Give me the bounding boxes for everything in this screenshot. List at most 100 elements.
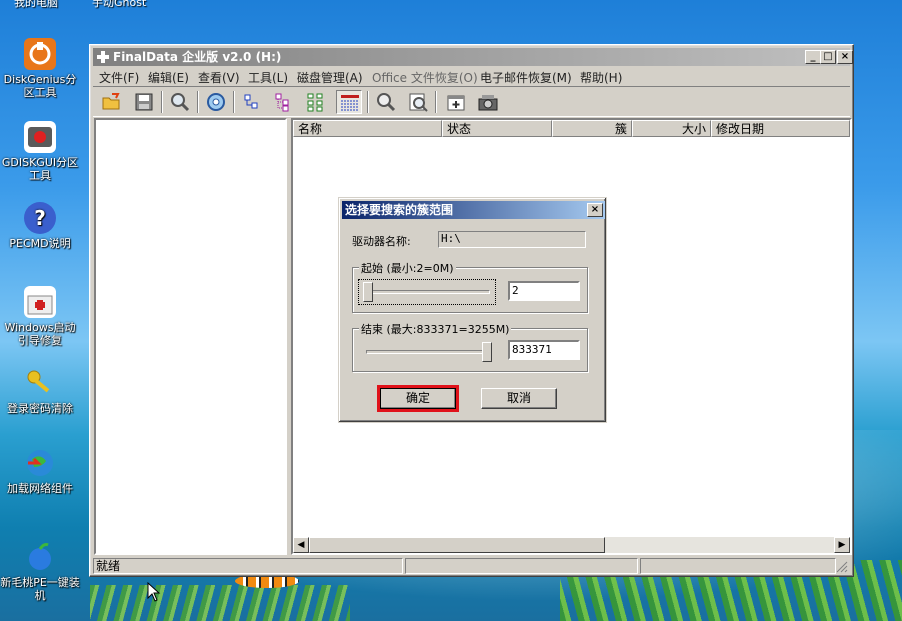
desktop-icon-network[interactable]: 加载网络组件 [0,447,80,495]
scroll-thumb[interactable] [309,537,605,553]
drive-name-label: 驱动器名称: [352,235,411,248]
toolbar-list-view-button[interactable] [336,90,362,114]
menu-email-recovery[interactable]: 电子邮件恢复(M) [480,69,572,86]
desktop-label-partial: 我的电脑 [14,0,58,9]
column-header-status[interactable]: 状态 [442,120,552,137]
minimize-button[interactable]: _ [805,50,821,64]
dialog-close-button[interactable]: × [587,203,603,217]
menu-tools[interactable]: 工具(L) [248,69,288,86]
toolbar-new-window-button[interactable] [443,90,469,114]
disc-icon [207,93,225,111]
scroll-right-button[interactable]: ▶ [834,537,850,553]
tree-medium-icon [275,93,289,112]
toolbar-save-button[interactable] [131,90,157,114]
menu-office-recovery[interactable]: Office 文件恢复(O) [372,69,478,86]
dialog-titlebar[interactable]: 选择要搜索的簇范围 × [342,201,605,219]
toolbar-separator [233,91,235,113]
toolbar-tree-small-button[interactable] [239,90,265,114]
finaldata-app-icon [97,51,109,63]
camera-icon [478,95,498,111]
toolbar-magnify-button[interactable] [373,90,399,114]
status-text: 就绪 [93,558,403,574]
toolbar-separator [435,91,437,113]
maximize-button[interactable]: □ [820,50,836,64]
list-view-icon [341,95,359,111]
column-header-cluster[interactable]: 簇 [552,120,632,137]
desktop-icon-gdiskgui[interactable]: GDISKGUI分区工具 [0,121,80,182]
start-group-label: 起始 (最小:2=0M) [359,260,456,276]
status-bar: 就绪 [93,558,850,575]
desktop-icon-install[interactable]: 新毛桃PE一键装机 [0,541,80,602]
cluster-range-dialog: 选择要搜索的簇范围 × 驱动器名称: H:\ 起始 (最小:2=0M) 2 结束… [338,197,607,423]
toolbar-camera-button[interactable] [475,90,501,114]
save-icon [135,93,153,111]
desktop-icon-diskgenius[interactable]: DiskGenius分区工具 [0,38,80,99]
menu-file[interactable]: 文件(F) [99,69,139,86]
desktop-icon-label: 登录密码清除 [7,402,73,415]
end-slider-thumb[interactable] [482,342,492,362]
ok-button[interactable]: 确定 [380,388,456,409]
close-button[interactable]: × [837,50,853,64]
tree-large-icon [307,93,323,112]
desktop-icon-label: GDISKGUI分区工具 [1,156,79,182]
magnify-icon [377,93,396,112]
start-groupbox: 起始 (最小:2=0M) 2 [352,260,588,313]
start-slider-track[interactable] [366,290,490,294]
desktop-icon-label: DiskGenius分区工具 [3,73,77,99]
diskgenius-icon [24,38,56,70]
toolbar-open-button[interactable] [99,90,125,114]
peach-icon [24,541,56,573]
desktop-icon-label: 加载网络组件 [7,482,73,495]
window-titlebar[interactable]: FinalData 企业版 v2.0 (H:) _ □ × [93,48,853,66]
desktop-label-partial: 手动Ghost [92,0,147,9]
toolbar-tree-large-button[interactable] [303,90,329,114]
start-slider-thumb[interactable] [363,282,373,302]
mouse-cursor-icon [147,582,161,602]
end-group-label: 结束 (最大:833371=3255M) [359,321,512,337]
menu-disk-management[interactable]: 磁盘管理(A) [297,69,363,86]
toolbar-search-button[interactable] [167,90,193,114]
globe-icon [24,447,56,479]
desktop-icon-label: 新毛桃PE一键装机 [0,576,80,602]
toolbar-disc-button[interactable] [203,90,229,114]
status-cell [640,558,836,574]
desktop-icon-pecmd[interactable]: ? PECMD说明 [0,202,80,250]
end-slider-track[interactable] [366,350,490,354]
desktop-icon-bootfix[interactable]: Windows启动引导修复 [0,286,80,347]
column-header-name[interactable]: 名称 [293,120,442,137]
toolbar-preview-button[interactable] [405,90,431,114]
svg-text:?: ? [34,206,46,230]
gdiskgui-icon [24,121,56,153]
tree-small-icon [244,94,258,109]
desktop-icon-label: Windows启动引导修复 [4,321,76,347]
toolbar-tree-medium-button[interactable] [271,90,297,114]
toolbar-separator [161,91,163,113]
end-cluster-input[interactable]: 833371 [508,340,580,360]
menu-edit[interactable]: 编辑(E) [148,69,189,86]
desktop-icon-password[interactable]: 登录密码清除 [0,367,80,415]
search-icon [171,93,190,112]
wallpaper-grass-left [90,585,350,621]
column-header-modified[interactable]: 修改日期 [711,120,850,137]
toolbox-icon [24,286,56,318]
menu-help[interactable]: 帮助(H) [580,69,622,86]
end-groupbox: 结束 (最大:833371=3255M) 833371 [352,321,588,372]
menu-view[interactable]: 查看(V) [198,69,240,86]
folder-tree-pane[interactable] [94,118,287,555]
cancel-button[interactable]: 取消 [481,388,557,409]
horizontal-scrollbar[interactable]: ◀ ▶ [293,537,850,553]
help-icon: ? [24,202,56,234]
dialog-title: 选择要搜索的簇范围 [345,203,454,217]
desktop-icon-label: PECMD说明 [9,237,71,250]
window-title: FinalData 企业版 v2.0 (H:) [113,50,282,64]
column-header-size[interactable]: 大小 [632,120,711,137]
toolbar [93,86,850,117]
menu-bar: 文件(F) 编辑(E) 查看(V) 工具(L) 磁盘管理(A) Office 文… [93,67,850,85]
scroll-left-button[interactable]: ◀ [293,537,309,553]
start-cluster-input[interactable]: 2 [508,281,580,301]
toolbar-separator [197,91,199,113]
new-window-icon [447,95,465,111]
key-icon [24,367,56,399]
resize-grip-icon[interactable] [836,561,848,573]
drive-name-field: H:\ [438,231,586,248]
